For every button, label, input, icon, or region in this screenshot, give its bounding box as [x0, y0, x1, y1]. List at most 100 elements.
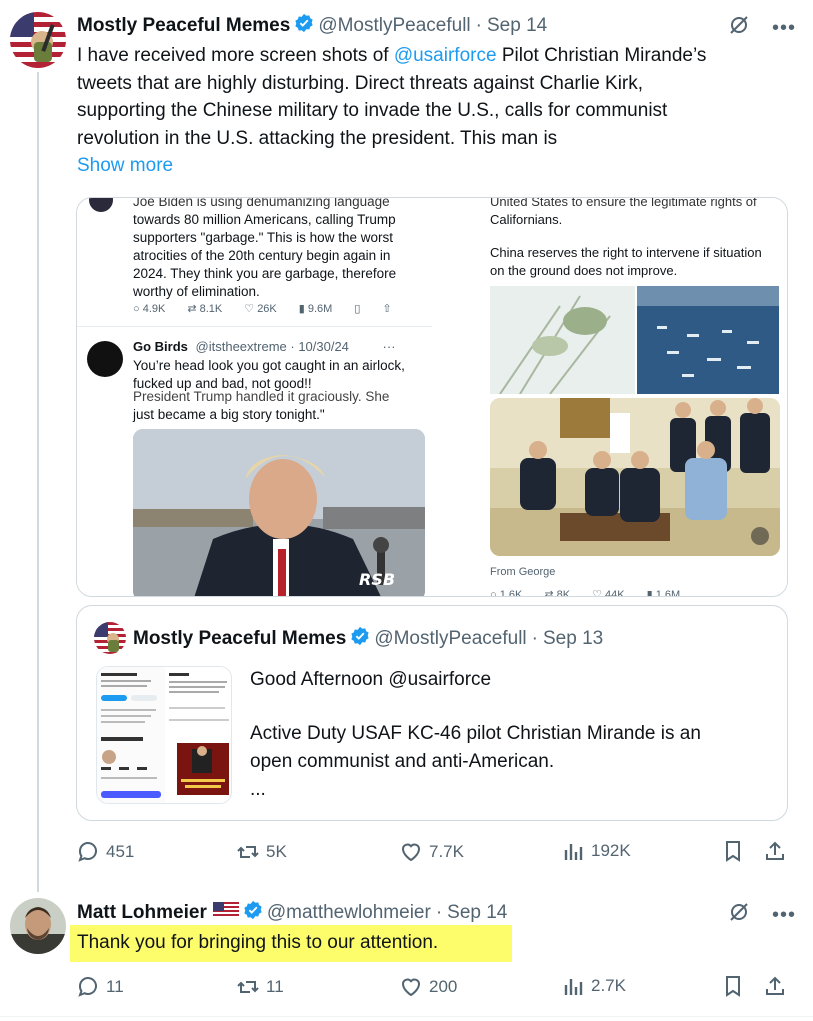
screenshot-bottom-text: President Trump handled it graciously. S… [133, 388, 428, 424]
heart-icon [401, 843, 421, 862]
reply-text: Thank you for bringing this to our atten… [77, 932, 439, 953]
media-image-left[interactable]: Joe Biden is using dehumanizing language… [77, 197, 432, 596]
repost-count: 5K [266, 842, 287, 861]
quoted-tweet-date: Sep 13 [542, 628, 604, 649]
tweet-date[interactable]: Sep 14 [487, 15, 547, 37]
screenshot-avatar [89, 198, 113, 212]
author-handle[interactable]: @MostlyPeacefull [318, 15, 470, 37]
screenshot-line: towards 80 million Americans, calling Tr… [133, 212, 396, 227]
reply-author-handle[interactable]: @matthewlohmeier [267, 902, 431, 924]
screenshot-reply-stat: ○ 4.9K [133, 302, 166, 315]
stat-value: 1.6M [655, 589, 681, 597]
screenshot-line: worthy of elimination. [133, 284, 260, 299]
separator-dot: · [475, 15, 482, 36]
screenshot-divider [77, 326, 432, 327]
screenshot-repost-stat: ⇄ 8.1K [187, 303, 223, 315]
screenshot-line: Joe Biden is using dehumanizing language [133, 197, 390, 209]
bookmark-icon [726, 976, 740, 997]
stat-value: 26K [257, 303, 277, 315]
grok-icon[interactable] [728, 901, 750, 928]
quoted-tweet-card[interactable]: Mostly Peaceful Memes @MostlyPeacefull ·… [76, 605, 788, 821]
video-thumbnail[interactable]: RSB [133, 429, 425, 596]
reply-author-name[interactable]: Matt Lohmeier [77, 902, 207, 924]
screenshot-share-icon: ⇧ [382, 303, 392, 315]
tweet-line-2: tweets that are highly disturbing. Direc… [77, 72, 644, 94]
separator-dot: · [435, 902, 443, 923]
views-icon [564, 844, 583, 860]
media-image-right[interactable]: United States to ensure the legitimate r… [434, 197, 787, 597]
reply-meta: @itstheextreme · 10/30/24 [195, 339, 349, 354]
author-avatar[interactable] [10, 12, 66, 68]
reply-icon [78, 842, 97, 862]
author-name[interactable]: Mostly Peaceful Memes [77, 15, 290, 37]
tweet-line-1: I have received more screen shots of @us… [77, 42, 792, 70]
share-icon [766, 841, 784, 860]
tweet-body: I have received more screen shots of @us… [77, 42, 792, 180]
reply-author-avatar[interactable] [10, 898, 66, 954]
tweet-line-3: supporting the Chinese military to invad… [77, 100, 668, 121]
mention-link[interactable]: @usairforce [394, 45, 497, 66]
views-button[interactable]: 2.7K [563, 975, 626, 997]
repost-count: 11 [266, 977, 284, 996]
tweet-media-grid[interactable]: Joe Biden is using dehumanizing language… [76, 197, 788, 597]
reply-header: Matt Lohmeier @matthewlohmeier · Sep 14 [77, 900, 507, 926]
screenshot-line: You’re head look you got caught in an ai… [133, 358, 405, 373]
screenshot-china-text: United States to ensure the legitimate r… [490, 197, 780, 229]
show-more-link[interactable]: Show more [77, 152, 792, 180]
like-button[interactable]: 200 [399, 975, 457, 999]
screenshot-line: just became a big story tonight." [133, 407, 325, 422]
repost-button[interactable]: 5K [236, 840, 287, 864]
tweet-text-segment: Pilot Christian Mirande’s [496, 45, 707, 66]
view-count: 2.7K [591, 976, 626, 995]
bookmark-button[interactable] [723, 975, 743, 997]
quoted-line [250, 693, 701, 720]
verified-badge-icon [350, 626, 370, 652]
screenshot-reply-stat: ○ 1.6K [490, 589, 522, 597]
like-count: 7.7K [429, 842, 464, 861]
screenshot-line: United States to ensure the legitimate r… [490, 197, 757, 209]
stat-value: 8.1K [199, 303, 223, 315]
reply-date[interactable]: Sep 14 [447, 902, 507, 924]
screenshot-stats-right: ○ 1.6K ⇄ 8K ♡ 44K ▮ 1.6M [490, 588, 680, 597]
repost-button[interactable]: 11 [236, 975, 284, 999]
quoted-tweet-thumbnail[interactable] [96, 666, 232, 804]
bottom-divider [0, 1016, 813, 1017]
like-count: 200 [429, 977, 458, 996]
tweet-text-segment: I have received more screen shots of [77, 45, 394, 66]
heart-icon [401, 978, 421, 997]
share-icon [766, 976, 784, 995]
reply-button[interactable]: 451 [76, 840, 134, 864]
grok-icon[interactable] [728, 14, 750, 41]
share-button[interactable] [764, 975, 786, 997]
views-button[interactable]: 192K [563, 840, 631, 862]
screenshot-line: China reserves the right to intervene if… [490, 245, 762, 260]
stat-value: 8K [556, 589, 571, 597]
stat-value: 44K [605, 589, 625, 597]
stat-value: 9.6M [307, 303, 333, 315]
reply-more-icon: ··· [382, 339, 396, 354]
more-options-icon[interactable]: ••• [772, 18, 796, 38]
reply-top-actions: ••• [728, 901, 796, 928]
quoted-line: ... [250, 779, 266, 800]
quoted-author-name: Mostly Peaceful Memes [133, 628, 347, 649]
separator-dot: · [531, 628, 538, 649]
screenshot-line: atrocities of the 20th century begin aga… [133, 248, 391, 263]
like-button[interactable]: 7.7K [399, 840, 464, 864]
views-icon [564, 979, 583, 995]
video-watermark: RSB [359, 570, 395, 589]
reply-action-bar: 11 11 200 2.7K [76, 975, 791, 999]
screenshot-post-text: Joe Biden is using dehumanizing language… [133, 197, 428, 301]
quoted-line: Active Duty USAF KC-46 pilot Christian M… [250, 723, 701, 744]
screenshot-line: Californians. [490, 212, 563, 227]
screenshot-line: 2024. They think you are garbage, theref… [133, 266, 397, 281]
screenshot-line: on the ground does not improve. [490, 263, 678, 278]
tweet-top-actions: ••• [728, 14, 796, 41]
bookmark-button[interactable] [723, 840, 743, 862]
quoted-tweet-body: Good Afternoon @usairforce Active Duty U… [250, 666, 701, 802]
quoted-author-avatar [94, 622, 126, 654]
tweet-line-4: revolution in the U.S. attacking the pre… [77, 127, 558, 149]
tweet-action-bar: 451 5K 7.7K 192K [76, 840, 791, 864]
reply-button[interactable]: 11 [76, 975, 124, 999]
more-options-icon[interactable]: ••• [772, 905, 796, 925]
share-button[interactable] [764, 840, 786, 862]
